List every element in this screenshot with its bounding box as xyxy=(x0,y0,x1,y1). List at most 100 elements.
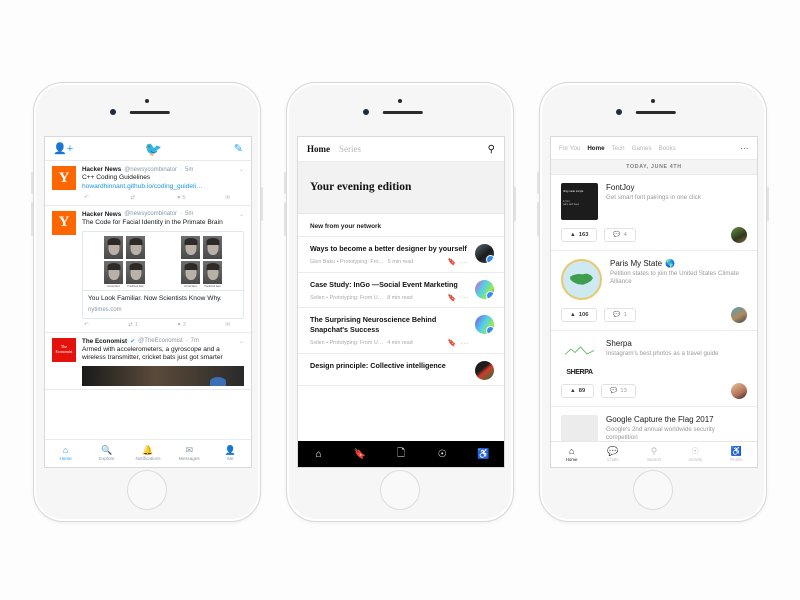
tab-label: Activity xyxy=(688,457,703,462)
article-title[interactable]: Design principle: Collective intelligenc… xyxy=(310,361,469,371)
add-person-icon[interactable]: 👤+ xyxy=(53,142,73,155)
phone-mockup-medium: Home Series ⚲ Your evening edition New f… xyxy=(284,82,516,522)
tweet-item[interactable]: The Economist The Economist ✔ @TheEconom… xyxy=(45,333,251,391)
article-title[interactable]: The Surprising Neuroscience Behind Snapc… xyxy=(310,315,469,334)
compose-icon[interactable]: ✎ xyxy=(234,142,243,155)
tab-profile[interactable]: ♿ xyxy=(463,449,504,460)
share-button[interactable]: ✉ xyxy=(225,195,230,201)
person-icon: ♿ xyxy=(730,446,743,456)
bookmark-icon[interactable]: 🔖 xyxy=(448,258,457,266)
comment-button[interactable]: 💬 4 xyxy=(604,228,636,242)
tab-notifications[interactable]: 🔔 Notifications xyxy=(127,440,168,467)
tweet-item[interactable]: Y Hacker News @newsycombinator · 5m ⌄ Th… xyxy=(45,206,251,333)
upvote-button[interactable]: ▲ 163 xyxy=(561,228,598,242)
section-header: New from your network xyxy=(298,214,504,237)
chevron-down-icon[interactable]: ⌄ xyxy=(239,211,244,218)
globe-icon: 🌎 xyxy=(665,259,675,268)
tweet-media[interactable] xyxy=(82,366,244,387)
tab-notifications[interactable]: ☉ xyxy=(422,449,463,460)
article-list-item[interactable]: Case Study: InGo —Social Event Marketing… xyxy=(298,273,504,309)
tab-explore[interactable]: 🔍 Explore xyxy=(86,440,127,467)
comment-icon: 💬 xyxy=(613,232,621,238)
medium-topbar: Home Series ⚲ xyxy=(298,137,504,162)
bookmark-icon[interactable]: 🔖 xyxy=(448,294,457,302)
tab-games[interactable]: Games xyxy=(632,145,652,152)
like-button[interactable]: ♥ 3 xyxy=(177,322,185,328)
publication-badge xyxy=(486,326,494,335)
tab-home[interactable]: Home xyxy=(307,144,330,154)
tab-activity[interactable]: ☉ Activity xyxy=(675,442,716,467)
hunter-avatar[interactable] xyxy=(731,227,747,243)
avatar[interactable]: The Economist xyxy=(52,337,76,362)
ellipsis-icon[interactable]: ⋯ xyxy=(740,144,749,153)
face-thumbnail xyxy=(181,260,200,284)
product-name[interactable]: FontJoy xyxy=(606,183,747,192)
tab-home[interactable]: Home xyxy=(587,145,604,152)
search-icon[interactable]: ⚲ xyxy=(488,144,495,155)
hunter-avatar[interactable] xyxy=(731,307,747,323)
reply-button[interactable]: ↶ xyxy=(84,322,89,328)
comment-button[interactable]: 💬 13 xyxy=(601,384,636,398)
product-list-item[interactable]: SHERPA Sherpa Instagram's best photos as… xyxy=(551,331,757,407)
tab-series[interactable]: Series xyxy=(339,144,361,154)
product-name[interactable]: Google Capture the Flag 2017 xyxy=(606,415,747,424)
tab-search[interactable]: ⚲ Search xyxy=(633,442,674,467)
tab-home[interactable]: ⌂ Home xyxy=(551,442,592,467)
tab-books[interactable]: Books xyxy=(659,145,676,152)
tweet-link[interactable]: howardhinnant.github.io/coding_guideli… xyxy=(82,183,244,192)
chevron-down-icon[interactable]: ⌄ xyxy=(239,338,244,345)
tab-messages[interactable]: ✉ Messages xyxy=(169,440,210,467)
chevron-down-icon[interactable]: ⌄ xyxy=(239,166,244,173)
upvote-button[interactable]: ▲ 89 xyxy=(561,384,595,398)
avatar[interactable]: Y xyxy=(52,166,76,190)
product-list-item[interactable]: Paris My State 🌎 Petition states to join … xyxy=(551,251,757,331)
link-preview-card[interactable]: Actual face Predicted face Actual face P… xyxy=(82,230,244,319)
tab-home[interactable]: ⌂ Home xyxy=(45,440,86,467)
tab-chats[interactable]: 💬 Chats xyxy=(592,442,633,467)
phone-mockup-producthunt: For You Home Tech Games Books ⋯ TODAY, J… xyxy=(537,82,769,522)
product-list-item[interactable]: FontJoy Get smart font pairings in one c… xyxy=(551,175,757,251)
triangle-up-icon: ▲ xyxy=(570,312,576,318)
retweet-button[interactable]: ⇄ 1 xyxy=(128,322,138,328)
face-label: Actual face xyxy=(184,284,197,288)
tab-me[interactable]: 👤 Me xyxy=(210,440,251,467)
home-button[interactable] xyxy=(127,470,167,510)
hunter-avatar[interactable] xyxy=(731,383,747,399)
ellipsis-icon[interactable]: ⋯ xyxy=(461,258,470,267)
bookmark-icon: 🔖 xyxy=(353,448,367,460)
tweet-time-separator: · xyxy=(180,166,182,173)
proximity-sensor xyxy=(398,99,402,103)
tab-for-you[interactable]: For You xyxy=(559,145,580,152)
tab-tech[interactable]: Tech xyxy=(612,145,625,152)
ellipsis-icon[interactable]: ⋯ xyxy=(461,293,470,302)
person-icon: ♿ xyxy=(477,448,490,460)
article-list-item[interactable]: The Surprising Neuroscience Behind Snapc… xyxy=(298,308,504,354)
tab-profile[interactable]: ♿ Profile xyxy=(716,442,757,467)
avatar[interactable]: Y xyxy=(52,210,76,235)
upvote-button[interactable]: ▲ 106 xyxy=(561,308,598,322)
tab-bookmarks[interactable]: 🔖 xyxy=(339,449,380,460)
like-button[interactable]: ♥ 5 xyxy=(177,195,185,201)
bell-icon: 🔔 xyxy=(142,445,154,455)
tab-new-story[interactable]: 🗋 xyxy=(380,446,421,463)
tweet-author-name[interactable]: Hacker News xyxy=(82,211,121,218)
home-button[interactable] xyxy=(633,470,673,510)
article-list-item[interactable]: Design principle: Collective intelligenc… xyxy=(298,354,504,386)
home-button[interactable] xyxy=(380,470,420,510)
retweet-button[interactable]: ⇄ xyxy=(131,195,138,201)
reply-button[interactable]: ↶ xyxy=(84,195,91,201)
tab-home[interactable]: ⌂ xyxy=(298,449,339,460)
bookmark-icon[interactable]: 🔖 xyxy=(448,339,457,347)
tweet-author-name[interactable]: The Economist xyxy=(82,338,127,345)
product-name[interactable]: Sherpa xyxy=(606,339,747,348)
article-list-item[interactable]: Ways to become a better designer by your… xyxy=(298,237,504,273)
earpiece-speaker xyxy=(129,111,170,114)
product-name[interactable]: Paris My State 🌎 xyxy=(610,259,747,268)
tweet-author-name[interactable]: Hacker News xyxy=(82,166,121,173)
ellipsis-icon[interactable]: ⋯ xyxy=(461,339,470,348)
share-button[interactable]: ✉ xyxy=(225,322,230,328)
tweet-item[interactable]: Y Hacker News @newsycombinator · 5m ⌄ C+… xyxy=(45,161,251,206)
article-title[interactable]: Ways to become a better designer by your… xyxy=(310,244,469,254)
article-title[interactable]: Case Study: InGo —Social Event Marketing xyxy=(310,280,469,290)
comment-button[interactable]: 💬 1 xyxy=(604,308,636,322)
